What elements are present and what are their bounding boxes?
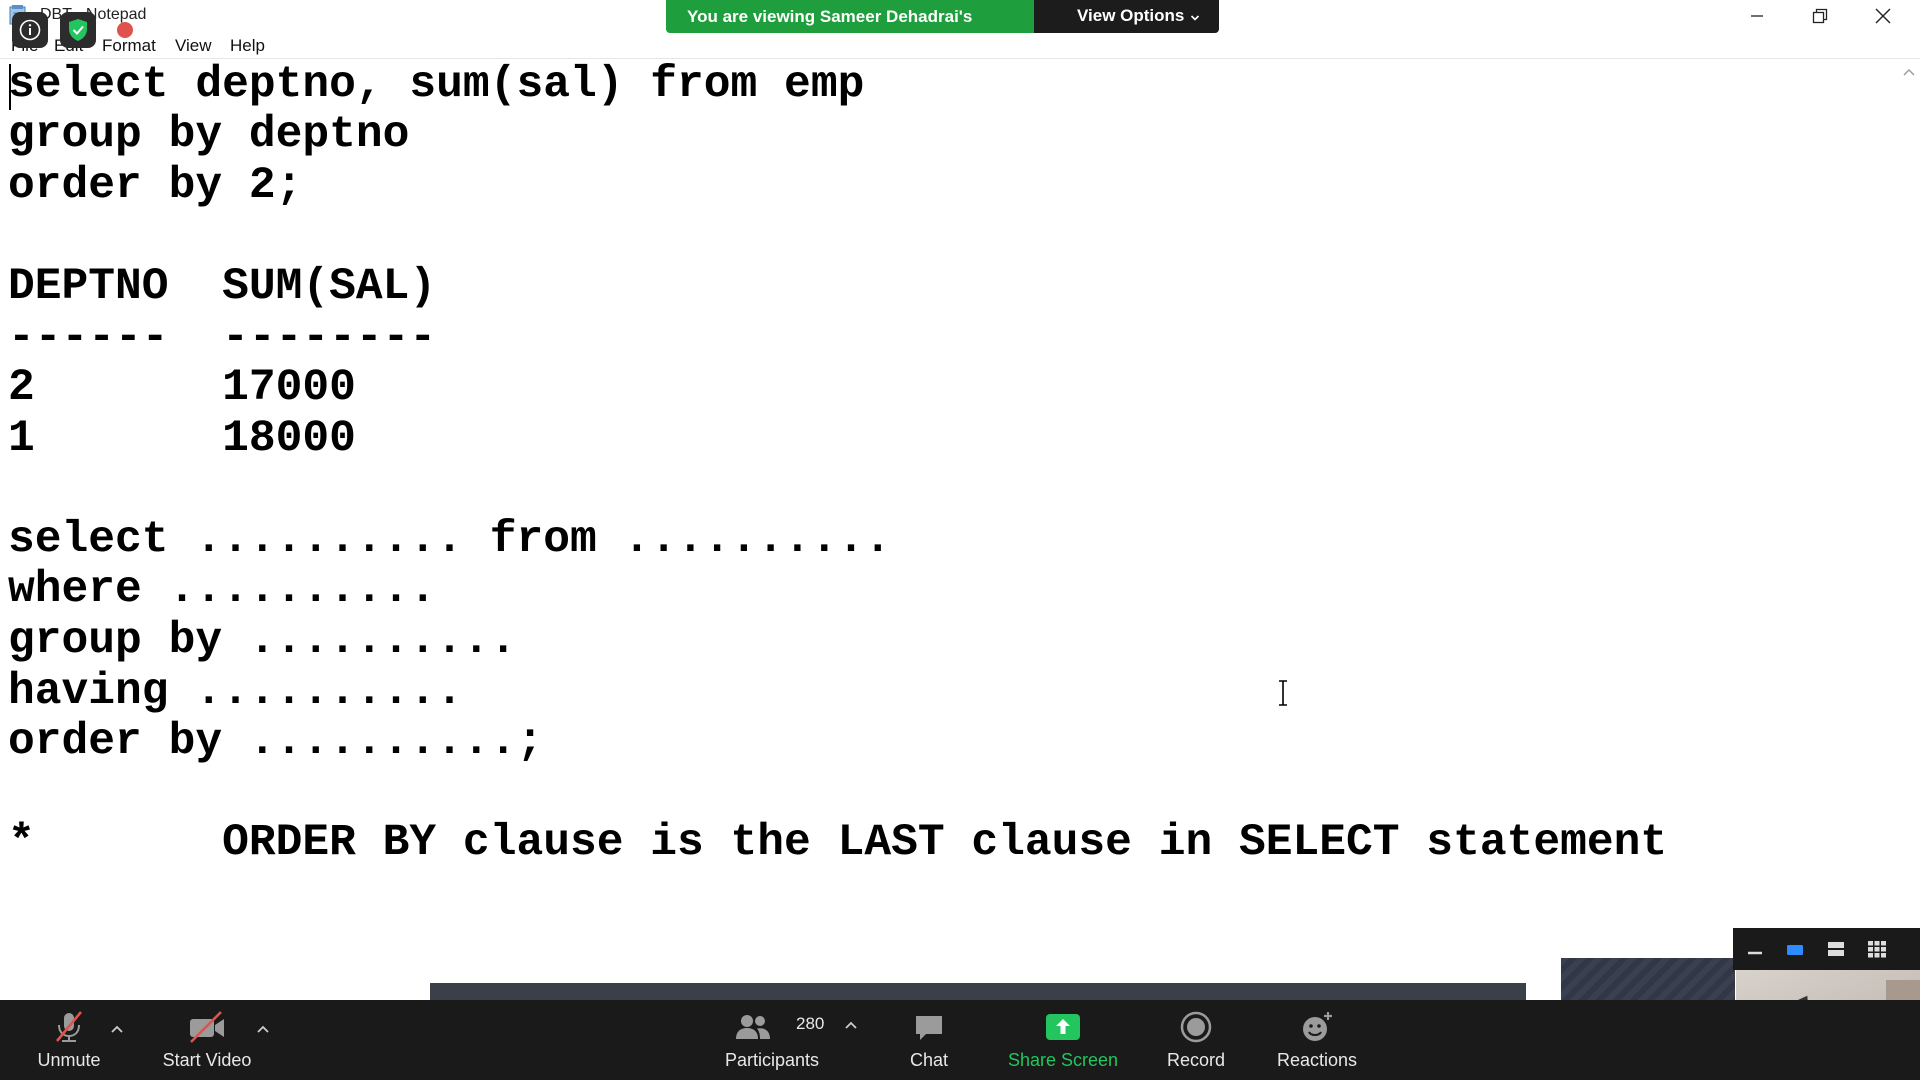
video-panel-controls [1733,928,1920,970]
security-button[interactable] [60,12,96,48]
editor-line: group by deptno [8,110,410,160]
editor-line: where .......... [8,565,437,615]
minimize-button[interactable] [1726,0,1788,32]
unmute-label: Unmute [37,1050,101,1070]
gallery-view-icon[interactable] [1867,940,1887,958]
reactions-button[interactable]: Reactions [1266,1000,1368,1080]
editor-line: ------ -------- [8,313,437,363]
shared-screen-edge-pattern [1561,958,1735,1000]
restore-icon [1812,8,1828,24]
restore-button[interactable] [1789,0,1851,32]
editor-line: order by 2; [8,161,303,211]
share-screen-label: Share Screen [1007,1050,1119,1070]
minimize-video-icon[interactable] [1745,940,1765,958]
minimize-icon [1751,15,1763,17]
i-beam-cursor-icon [1279,680,1287,706]
editor-line: DEPTNO SUM(SAL) [8,262,437,312]
chat-label: Chat [909,1050,949,1070]
shield-check-icon [69,19,87,41]
close-button[interactable] [1852,0,1914,32]
menu-format[interactable]: Format [102,36,156,56]
audio-options-caret-icon[interactable] [110,1024,124,1034]
speaker-view-icon[interactable] [1785,940,1805,958]
strip-view-icon[interactable] [1826,940,1846,958]
menu-bar: File Edit Format View Help [0,33,1920,59]
text-caret [9,64,11,110]
start-video-button[interactable]: Start Video [152,1000,262,1080]
participants-count: 280 [796,1014,825,1033]
chevron-down-icon [1191,15,1200,21]
shared-screen-edge [430,983,1526,1000]
start-video-label: Start Video [162,1050,252,1070]
share-screen-icon [1046,1014,1080,1040]
video-off-icon [190,1011,224,1043]
participants-icon [736,1015,770,1039]
editor-line: * ORDER BY clause is the LAST clause in … [8,818,1668,868]
reactions-icon [1303,1012,1332,1041]
chat-icon [916,1016,942,1040]
editor-line: having .......... [8,667,463,717]
editor-line: select .......... from .......... [8,515,892,565]
editor-border [0,58,1920,59]
meeting-info-button[interactable] [12,12,48,48]
menu-view[interactable]: View [175,36,212,56]
video-options-caret-icon[interactable] [256,1024,270,1034]
record-button[interactable]: Record [1152,1000,1240,1080]
editor-line: order by ..........; [8,717,544,767]
unmute-button[interactable]: Unmute [26,1000,112,1080]
view-options-label: View Options [1077,6,1185,25]
mic-muted-icon [55,1011,83,1042]
participants-button[interactable]: Participants [714,1000,830,1080]
editor-line: group by .......... [8,616,517,666]
screen-share-banner: You are viewing Sameer Dehadrai's screen… [666,0,1219,33]
editor-line: select deptno, sum(sal) from emp [8,60,865,110]
view-options-button[interactable]: View Options [1034,0,1219,33]
recording-dot-icon [117,22,133,38]
share-screen-button[interactable]: Share Screen [1000,1000,1126,1080]
editor-line: 2 17000 [8,363,356,413]
reactions-label: Reactions [1276,1050,1358,1070]
chat-button[interactable]: Chat [889,1000,969,1080]
share-banner-message: You are viewing Sameer Dehadrai's screen [666,0,1034,33]
close-icon [1875,8,1891,24]
vertical-scrollbar[interactable] [1898,60,1920,1000]
text-editor[interactable]: select deptno, sum(sal) from emp group b… [0,60,1898,1000]
scroll-up-arrow-icon[interactable] [1903,68,1915,76]
participants-options-caret-icon[interactable] [844,1020,858,1030]
record-label: Record [1166,1050,1226,1070]
participants-label: Participants [724,1050,820,1070]
menu-help[interactable]: Help [230,36,265,56]
editor-line: 1 18000 [8,414,356,464]
record-icon [1180,1011,1212,1043]
info-icon [19,19,41,41]
